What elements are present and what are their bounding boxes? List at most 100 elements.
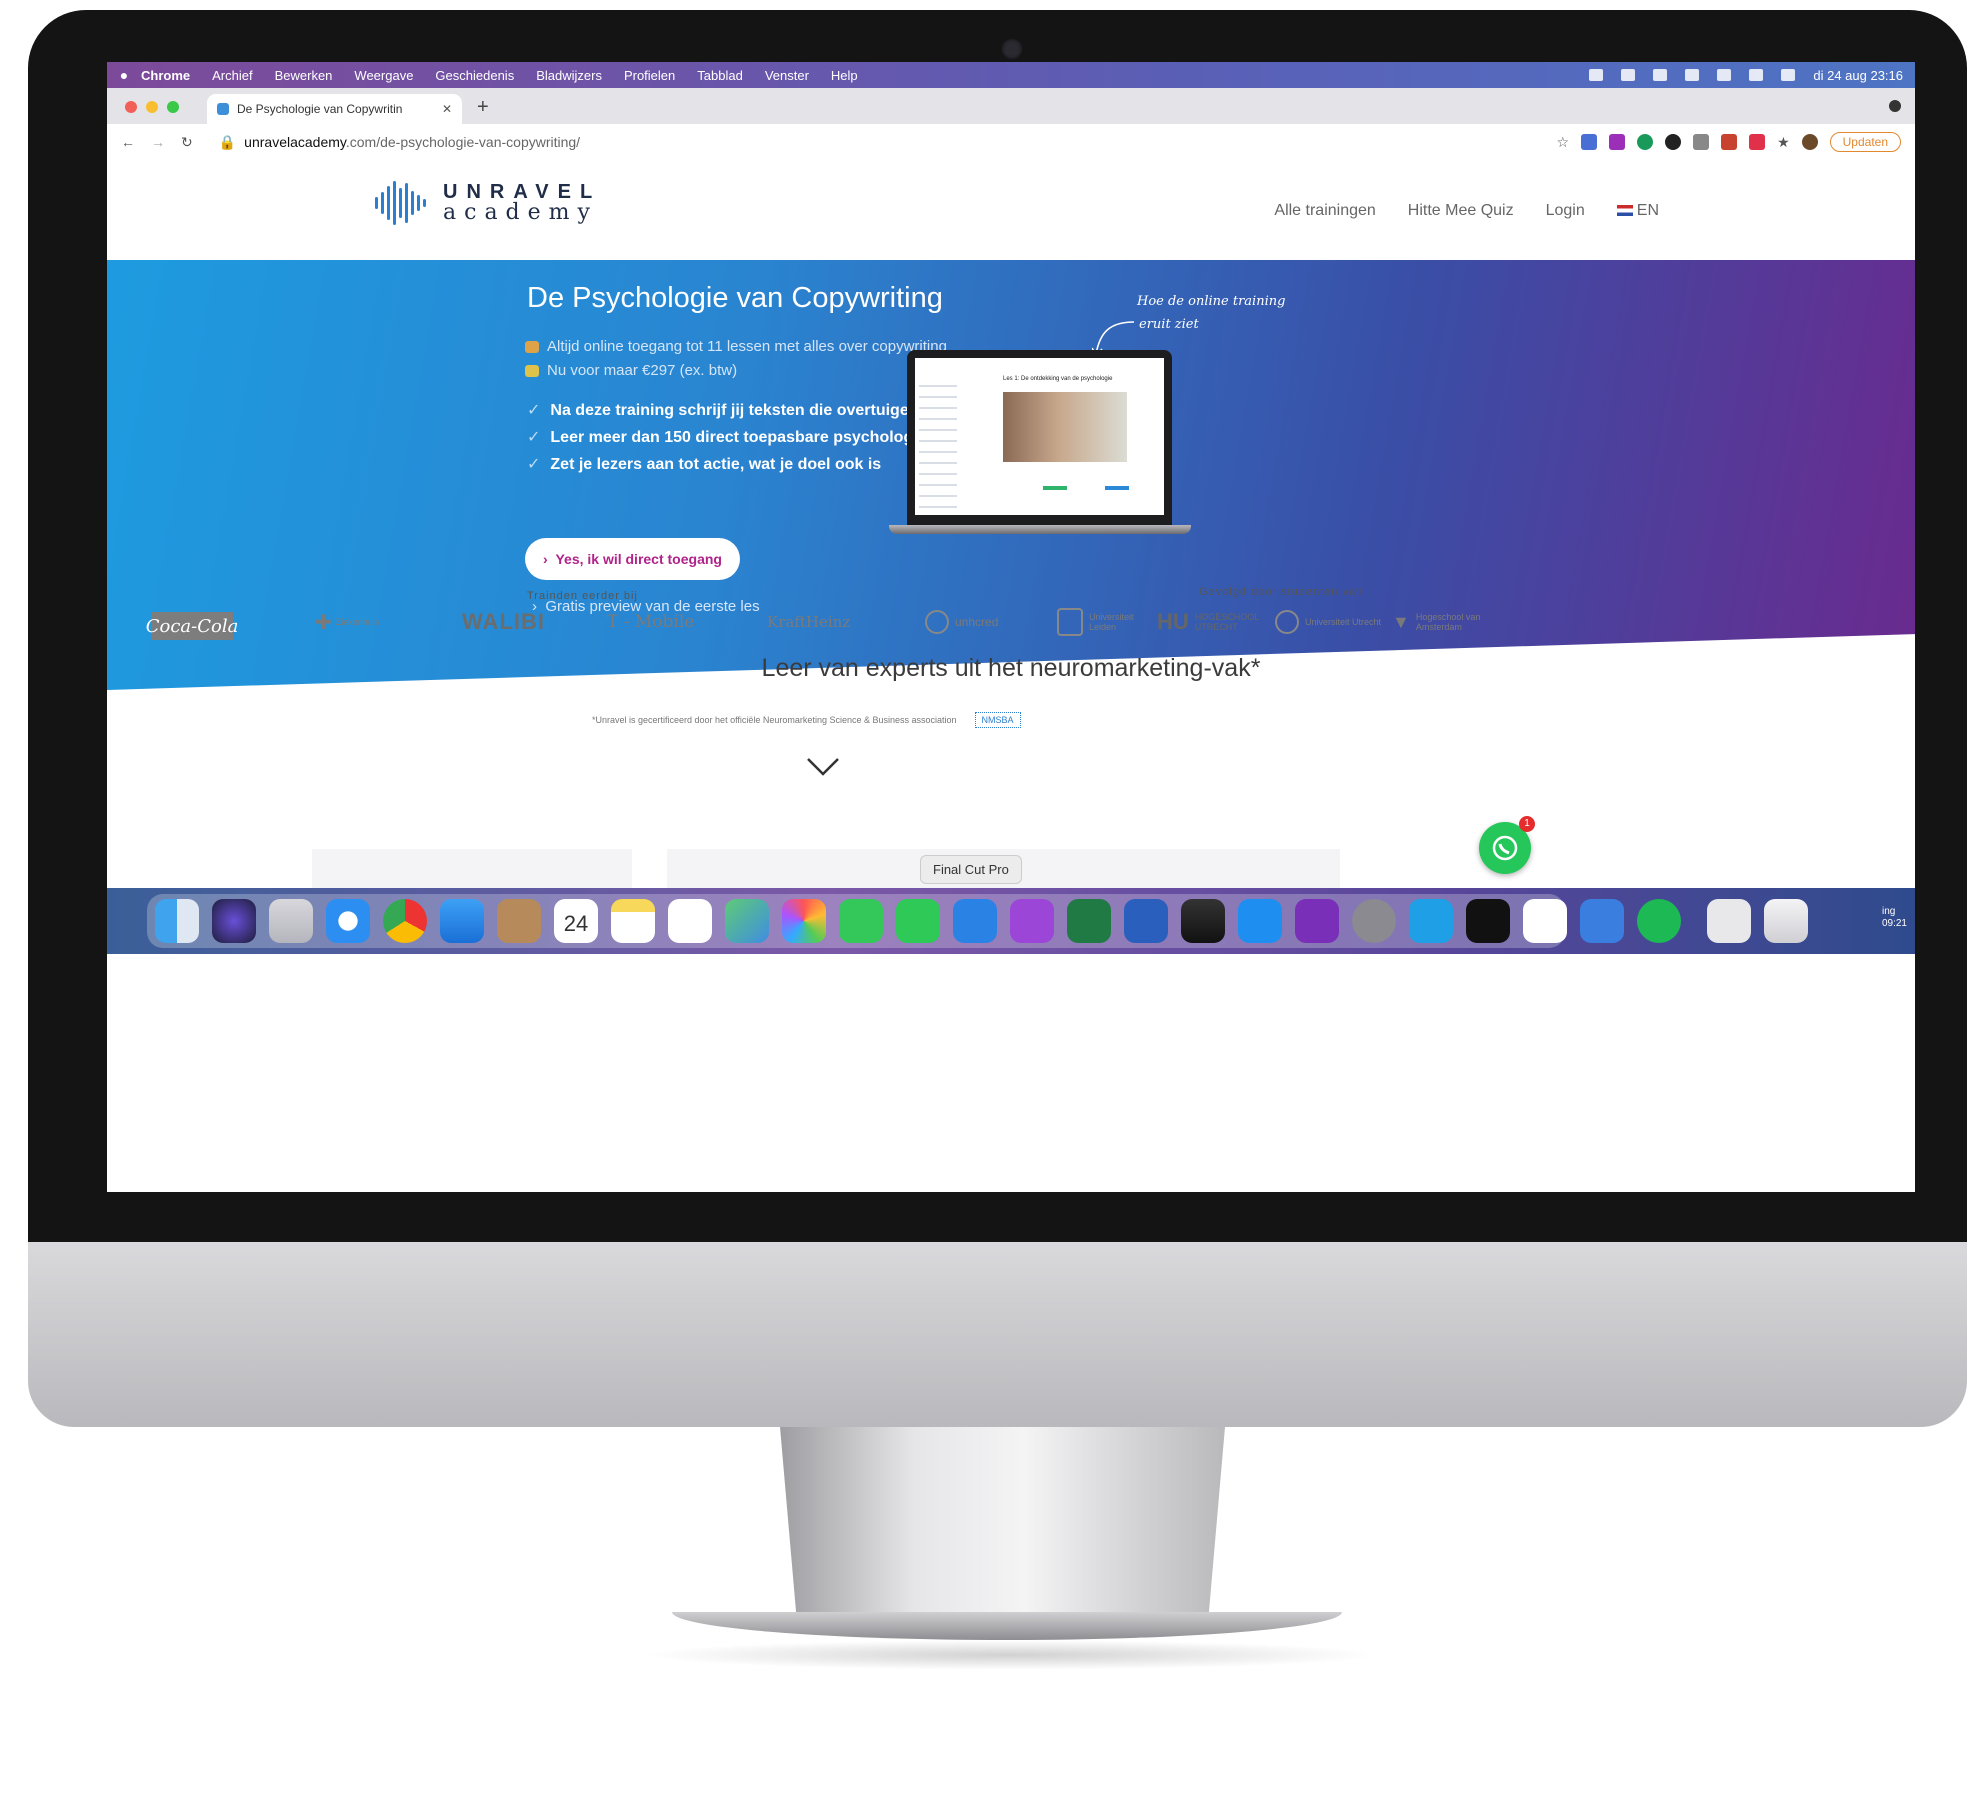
tab-title: De Psychologie van Copywritin — [237, 102, 403, 116]
status-icon-3[interactable] — [1653, 69, 1668, 81]
url-domain: unravelacademy — [244, 133, 346, 150]
hva-mark-icon: ▼ — [1392, 611, 1410, 632]
bookmark-star-icon[interactable]: ☆ — [1557, 134, 1570, 151]
keynote-icon[interactable] — [953, 899, 997, 943]
final-cut-pro-icon[interactable] — [1181, 899, 1225, 943]
menu-weergave[interactable]: Weergave — [354, 68, 413, 83]
extension-icon-7[interactable] — [1749, 134, 1766, 150]
launchpad-icon[interactable] — [269, 899, 313, 943]
students-from-label: Gevolgd door studenten van — [1199, 586, 1364, 598]
finder-icon[interactable] — [155, 899, 199, 943]
spotify-icon[interactable] — [1637, 899, 1681, 943]
nav-link-quiz[interactable]: Hitte Mee Quiz — [1408, 202, 1514, 220]
menu-venster[interactable]: Venster — [765, 68, 809, 83]
podcasts-icon[interactable] — [1010, 899, 1054, 943]
status-icon-1[interactable] — [1589, 69, 1604, 81]
extension-icon-6[interactable] — [1721, 134, 1738, 150]
extension-icon-3[interactable] — [1637, 134, 1654, 150]
close-window-icon[interactable] — [125, 101, 137, 113]
screen: ● Chrome Archief Bewerken Weergave Gesch… — [107, 62, 1915, 1192]
mail-icon[interactable] — [440, 899, 484, 943]
status-icon-4[interactable] — [1685, 69, 1700, 81]
logo-hva: ▼ Hogeschool van Amsterdam — [1392, 602, 1494, 642]
menu-geschiedenis[interactable]: Geschiedenis — [435, 68, 514, 83]
extension-icon-2[interactable] — [1609, 134, 1626, 150]
menu-profielen[interactable]: Profielen — [624, 68, 675, 83]
siri-icon[interactable] — [212, 899, 256, 943]
reminders-icon[interactable] — [668, 899, 712, 943]
trash-icon[interactable] — [1764, 899, 1808, 943]
extension-icon-1[interactable] — [1581, 134, 1598, 150]
calendar-icon[interactable]: 24 — [554, 899, 598, 943]
nav-link-login[interactable]: Login — [1546, 202, 1585, 220]
checkmark-icon: ✓ — [527, 402, 541, 419]
chrome-icon[interactable] — [383, 899, 427, 943]
menu-bewerken[interactable]: Bewerken — [275, 68, 333, 83]
skype-icon[interactable] — [1409, 899, 1453, 943]
menu-tabblad[interactable]: Tabblad — [697, 68, 743, 83]
finder-alt-icon[interactable] — [1580, 899, 1624, 943]
checkmark-icon: ✓ — [527, 456, 541, 473]
back-icon[interactable]: ← — [121, 134, 135, 151]
messages-icon[interactable] — [839, 899, 883, 943]
whatsapp-chat-button[interactable]: 1 — [1479, 816, 1535, 874]
chevron-down-icon[interactable] — [805, 756, 841, 778]
hero-feature-price: Nu voor maar €297 (ex. btw) — [525, 362, 737, 379]
avatar[interactable] — [1801, 134, 1818, 150]
menu-bladwijzers[interactable]: Bladwijzers — [536, 68, 602, 83]
get-access-button[interactable]: › Yes, ik wil direct toegang — [525, 538, 740, 580]
close-tab-icon[interactable]: ✕ — [442, 102, 452, 116]
apple-icon[interactable]: ● — [107, 67, 141, 83]
nav-link-trainingen[interactable]: Alle trainingen — [1274, 202, 1375, 220]
nav-buttons: ← → ↻ — [121, 134, 193, 151]
update-button[interactable]: Updaten — [1829, 132, 1901, 152]
monitor-stand — [780, 1427, 1225, 1632]
macos-dock: 24 ing 09:21 — [107, 888, 1915, 954]
downloads-folder-icon[interactable] — [1707, 899, 1751, 943]
photos-icon[interactable] — [782, 899, 826, 943]
contacts-icon[interactable] — [497, 899, 541, 943]
maximize-window-icon[interactable] — [167, 101, 179, 113]
forward-icon[interactable]: → — [151, 134, 165, 151]
profile-icon[interactable] — [1889, 100, 1901, 112]
browser-tab-active[interactable]: De Psychologie van Copywritin ✕ — [207, 94, 462, 124]
notes-icon[interactable] — [611, 899, 655, 943]
dock-side-line-1: ing — [1881, 906, 1896, 917]
menubar-status-area: di 24 aug 23:16 — [1589, 62, 1903, 88]
extensions-puzzle-icon[interactable]: ★ — [1777, 134, 1790, 151]
tab-favicon-icon — [217, 103, 229, 115]
benefit-item: ✓ Zet je lezers aan tot actie, wat je doe… — [527, 454, 881, 474]
extension-icon-5[interactable] — [1693, 134, 1710, 150]
address-toolbar: ← → ↻ 🔒 unravelacademy.com/de-psychologie… — [107, 124, 1915, 161]
search-icon[interactable] — [1781, 69, 1796, 81]
reload-icon[interactable]: ↻ — [181, 134, 193, 151]
minimize-window-icon[interactable] — [146, 101, 158, 113]
system-preferences-icon[interactable] — [1352, 899, 1396, 943]
dock-side-text: ing 09:21 — [1882, 906, 1907, 930]
wifi-icon[interactable] — [1749, 69, 1764, 81]
word-icon[interactable] — [1124, 899, 1168, 943]
facetime-icon[interactable] — [896, 899, 940, 943]
instruments-icon[interactable] — [1295, 899, 1339, 943]
status-icon-2[interactable] — [1621, 69, 1636, 81]
app-store-icon[interactable] — [1238, 899, 1282, 943]
status-icon-5[interactable] — [1717, 69, 1732, 81]
new-tab-icon[interactable]: + — [477, 96, 489, 119]
menu-chrome[interactable]: Chrome — [141, 68, 190, 83]
extension-icon-4[interactable] — [1665, 134, 1682, 150]
nav-link-language[interactable]: EN — [1616, 202, 1659, 220]
safari-icon[interactable] — [326, 899, 370, 943]
apple-tv-icon[interactable] — [1466, 899, 1510, 943]
menu-archief[interactable]: Archief — [212, 68, 252, 83]
url-bar[interactable]: 🔒 unravelacademy.com/de-psychologie-van-c… — [219, 134, 1557, 151]
menubar-clock[interactable]: di 24 aug 23:16 — [1813, 68, 1903, 83]
lock-icon[interactable]: 🔒 — [219, 134, 236, 150]
unravel-logo[interactable]: UNRAVEL academy — [375, 178, 601, 228]
excel-icon[interactable] — [1067, 899, 1111, 943]
slack-icon[interactable] — [1523, 899, 1567, 943]
maps-icon[interactable] — [725, 899, 769, 943]
laptop-screen: Les 1: De ontdekking van de psychologie — [915, 358, 1164, 515]
laptop-mockup: Les 1: De ontdekking van de psychologie — [907, 350, 1172, 525]
client-logos: Coca-Cola ✚ Ziekenhuis WALIBI T - Mobile … — [107, 602, 1915, 652]
menu-help[interactable]: Help — [831, 68, 858, 83]
